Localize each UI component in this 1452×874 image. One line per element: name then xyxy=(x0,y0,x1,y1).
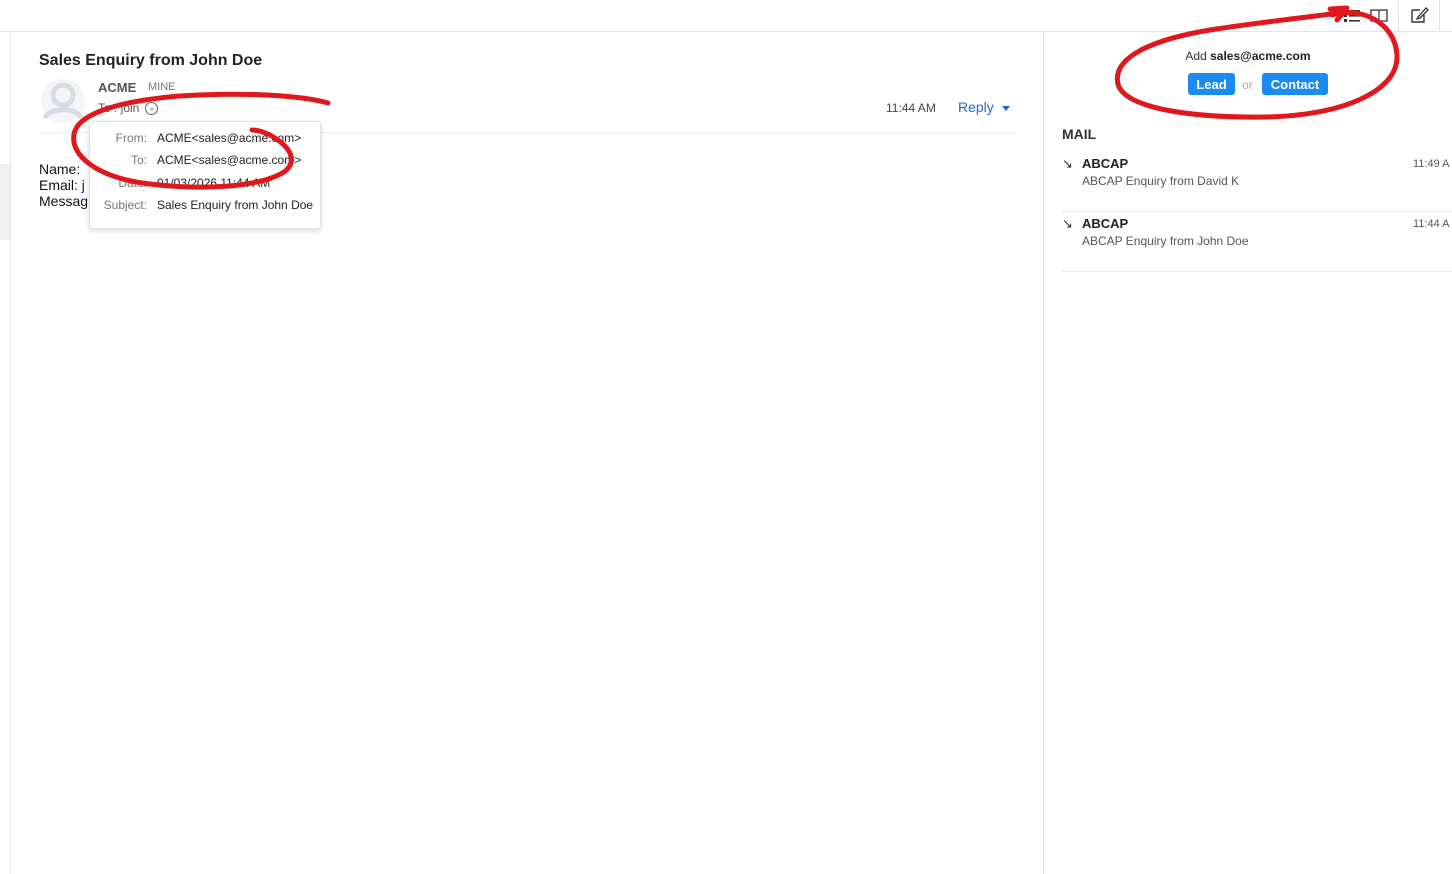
or-separator: or xyxy=(1242,78,1253,92)
details-from-label: From: xyxy=(115,131,147,145)
mail-details-popover: From: ACME<sales@acme.com> To: ACME<sale… xyxy=(89,121,321,229)
mail-body: Name: Email: j Messag xyxy=(39,161,88,209)
body-email-label: Email: xyxy=(39,177,82,193)
list-item-sender: ABCAP xyxy=(1082,216,1129,231)
toolbar-separator xyxy=(1439,0,1440,32)
incoming-arrow-icon: ↘ xyxy=(1062,216,1073,231)
mail-subject: Sales Enquiry from John Doe xyxy=(39,52,263,69)
details-from-row: From: ACME<sales@acme.com> xyxy=(90,131,322,147)
sender-name: ACME xyxy=(98,80,137,95)
reply-label: Reply xyxy=(958,99,994,115)
avatar xyxy=(40,78,86,124)
add-email: sales@acme.com xyxy=(1210,49,1311,63)
details-from-value: ACME<sales@acme.com> xyxy=(157,131,302,145)
details-date-row: Date: 01/03/2026 11:44 AM xyxy=(90,176,322,192)
left-collapse-tab[interactable] xyxy=(0,164,10,240)
details-to-row: To: ACME<sales@acme.com> xyxy=(90,153,322,169)
add-prefix: Add xyxy=(1185,49,1207,63)
details-subject-value: Sales Enquiry from John Doe xyxy=(157,198,314,212)
to-line-text: To : join xyxy=(98,101,140,115)
sender-tag: MINE xyxy=(148,81,176,93)
details-subject-label: Subject: xyxy=(103,198,147,212)
body-message-line: Messag xyxy=(39,193,88,209)
incoming-arrow-icon: ↘ xyxy=(1062,156,1073,171)
body-name-line: Name: xyxy=(39,161,88,177)
details-subject-row: Subject: Sales Enquiry from John Doe xyxy=(90,198,322,214)
add-contact-button[interactable]: Contact xyxy=(1262,73,1328,95)
list-item-time: 11:49 A xyxy=(1413,158,1450,170)
toolbar-separator xyxy=(1398,0,1399,32)
reply-button[interactable]: Reply xyxy=(958,99,1010,115)
to-line: To : join ⌄ xyxy=(98,101,159,115)
left-border xyxy=(10,32,11,874)
list-item-subject: ABCAP Enquiry from John Doe xyxy=(1082,234,1249,248)
add-contact-prompt: Add sales@acme.com xyxy=(1044,49,1452,63)
details-to-label: To: xyxy=(130,153,147,167)
list-view-icon[interactable] xyxy=(1340,4,1364,26)
body-name-label: Name: xyxy=(39,161,81,177)
list-item-time: 11:44 A xyxy=(1413,218,1450,230)
details-date-label: Date: xyxy=(118,176,147,190)
body-email-link[interactable]: j xyxy=(82,177,85,193)
chevron-down-icon[interactable]: ⌄ xyxy=(145,101,159,115)
body-message-label: Messag xyxy=(39,193,89,209)
list-item-subject: ABCAP Enquiry from David K xyxy=(1082,174,1240,188)
avatar-icon xyxy=(41,79,85,123)
list-item[interactable]: ↘ ABCAP 11:49 A ABCAP Enquiry from David… xyxy=(1062,152,1452,212)
add-lead-button[interactable]: Lead xyxy=(1188,73,1235,95)
top-toolbar xyxy=(0,0,1452,32)
mail-section-title: MAIL xyxy=(1062,126,1097,142)
list-item-sender: ABCAP xyxy=(1082,156,1129,171)
body-email-line: Email: j xyxy=(39,177,88,193)
book-icon[interactable] xyxy=(1367,4,1391,26)
details-date-value: 01/03/2026 11:44 AM xyxy=(157,176,271,190)
mail-time: 11:44 AM xyxy=(886,101,936,115)
list-item[interactable]: ↘ ABCAP 11:44 A ABCAP Enquiry from John … xyxy=(1062,212,1452,272)
pane-divider xyxy=(1043,32,1044,874)
compose-icon[interactable] xyxy=(1407,4,1431,26)
caret-down-icon[interactable] xyxy=(1001,105,1010,111)
details-to-value: ACME<sales@acme.com> xyxy=(157,153,302,167)
